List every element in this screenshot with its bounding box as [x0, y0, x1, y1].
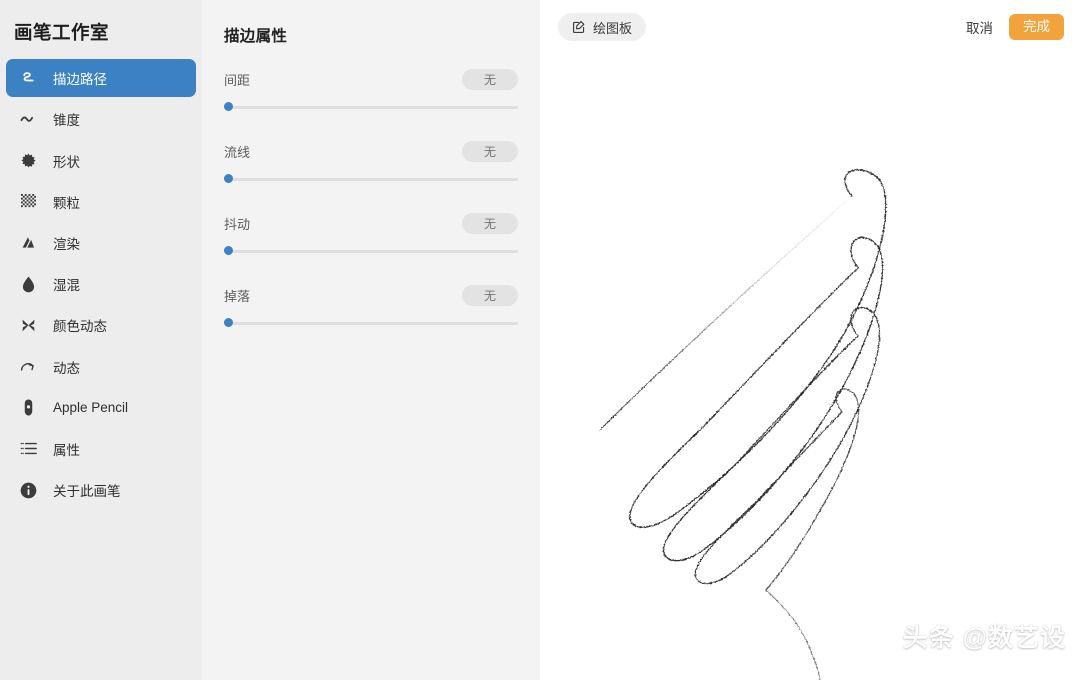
color-dynamics-icon: [17, 314, 39, 336]
sidebar-item-label: 湿混: [53, 278, 80, 294]
slider-thumb[interactable]: [224, 174, 233, 183]
slider-thumb[interactable]: [224, 246, 233, 255]
sidebar-item-label: 动态: [53, 360, 80, 376]
sidebar-item-label: 渲染: [53, 236, 80, 252]
slider-row-4: 掉落 无: [224, 284, 518, 328]
brush-preview-canvas: 绘图板 取消 完成 头条 @数艺设: [540, 0, 1080, 680]
slider-control[interactable]: [224, 246, 518, 256]
sidebar-item-label: 关于此画笔: [53, 484, 121, 500]
sidebar-item-5[interactable]: 渲染: [6, 224, 196, 262]
brush-studio-window: 画笔工作室 描边路径锥度形状颗粒渲染湿混颜色动态动态 Apple Pencil 属性…: [0, 0, 1080, 680]
sidebar-item-6[interactable]: 湿混: [6, 265, 196, 303]
slider-row-1: 间距 无: [224, 68, 518, 112]
slider-control[interactable]: [224, 102, 518, 112]
slider-control[interactable]: [224, 174, 518, 184]
slider-row-2: 流线 无: [224, 140, 518, 184]
slider-label: 抖动: [224, 216, 251, 232]
done-button[interactable]: 完成: [1009, 14, 1064, 40]
toolbar-actions: 取消 完成: [966, 14, 1064, 40]
slider-header: 抖动 无: [224, 212, 518, 234]
sidebar-item-4[interactable]: 颗粒: [6, 183, 196, 221]
sidebar-item-label: 形状: [53, 154, 80, 170]
slider-thumb[interactable]: [224, 102, 233, 111]
slider-value-badge[interactable]: 无: [462, 68, 518, 90]
slider-label: 间距: [224, 72, 251, 88]
edit-square-icon: [572, 20, 586, 34]
sidebar-item-9[interactable]: Apple Pencil: [6, 389, 196, 427]
info-icon: [17, 479, 39, 501]
canvas-toolbar: 绘图板 取消 完成: [540, 0, 1080, 54]
page-title: 画笔工作室: [14, 22, 110, 43]
cancel-button[interactable]: 取消: [966, 17, 993, 37]
watermark: 头条 @数艺设: [902, 624, 1066, 652]
slider-header: 流线 无: [224, 140, 518, 162]
sidebar-item-11[interactable]: 关于此画笔: [6, 471, 196, 509]
sidebar-item-label: 颜色动态: [53, 319, 107, 335]
sidebar: 画笔工作室 描边路径锥度形状颗粒渲染湿混颜色动态动态 Apple Pencil 属性…: [0, 0, 202, 680]
slider-value-badge[interactable]: 无: [462, 212, 518, 234]
slider-row-3: 抖动 无: [224, 212, 518, 256]
slider-label: 掉落: [224, 288, 251, 304]
sidebar-item-label: 锥度: [53, 113, 80, 129]
slider-track[interactable]: [224, 178, 518, 181]
slider-track[interactable]: [224, 106, 518, 109]
slider-thumb[interactable]: [224, 318, 233, 327]
brush-stroke-preview: [599, 169, 887, 680]
sidebar-item-7[interactable]: 颜色动态: [6, 306, 196, 344]
slider-list: 间距无流线无抖动无掉落无: [224, 68, 518, 328]
stroke-path-icon: [17, 67, 39, 89]
shape-icon: [17, 150, 39, 172]
slider-track[interactable]: [224, 322, 518, 325]
sidebar-item-1[interactable]: 描边路径: [6, 59, 196, 98]
dynamics-icon: [17, 356, 39, 378]
sidebar-item-label: 颗粒: [53, 195, 80, 211]
sidebar-nav-list: 描边路径锥度形状颗粒渲染湿混颜色动态动态 Apple Pencil 属性关于此画笔: [0, 59, 202, 509]
sidebar-item-3[interactable]: 形状: [6, 142, 196, 180]
sidebar-item-label: Apple Pencil: [53, 400, 129, 416]
properties-title: 描边属性: [224, 28, 288, 45]
apple-pencil-icon: [17, 397, 39, 419]
slider-header: 掉落 无: [224, 284, 518, 306]
rendering-icon: [17, 232, 39, 254]
sidebar-item-label: 属性: [53, 442, 80, 458]
slider-header: 间距 无: [224, 68, 518, 90]
drawing-pad-label: 绘图板: [593, 20, 633, 36]
drawing-pad-button[interactable]: 绘图板: [558, 13, 647, 41]
slider-label: 流线: [224, 144, 251, 160]
slider-value-badge[interactable]: 无: [462, 140, 518, 162]
sidebar-item-8[interactable]: 动态: [6, 348, 196, 386]
taper-icon: [17, 108, 39, 130]
properties-icon: [17, 438, 39, 460]
wet-mix-icon: [17, 273, 39, 295]
slider-control[interactable]: [224, 318, 518, 328]
slider-value-badge[interactable]: 无: [462, 284, 518, 306]
sidebar-item-label: 描边路径: [53, 72, 107, 88]
grain-icon: [17, 191, 39, 213]
slider-track[interactable]: [224, 250, 518, 253]
sidebar-item-10[interactable]: 属性: [6, 430, 196, 468]
sidebar-item-2[interactable]: 锥度: [6, 100, 196, 138]
stroke-properties-panel: 描边属性 间距无流线无抖动无掉落无: [202, 0, 540, 680]
